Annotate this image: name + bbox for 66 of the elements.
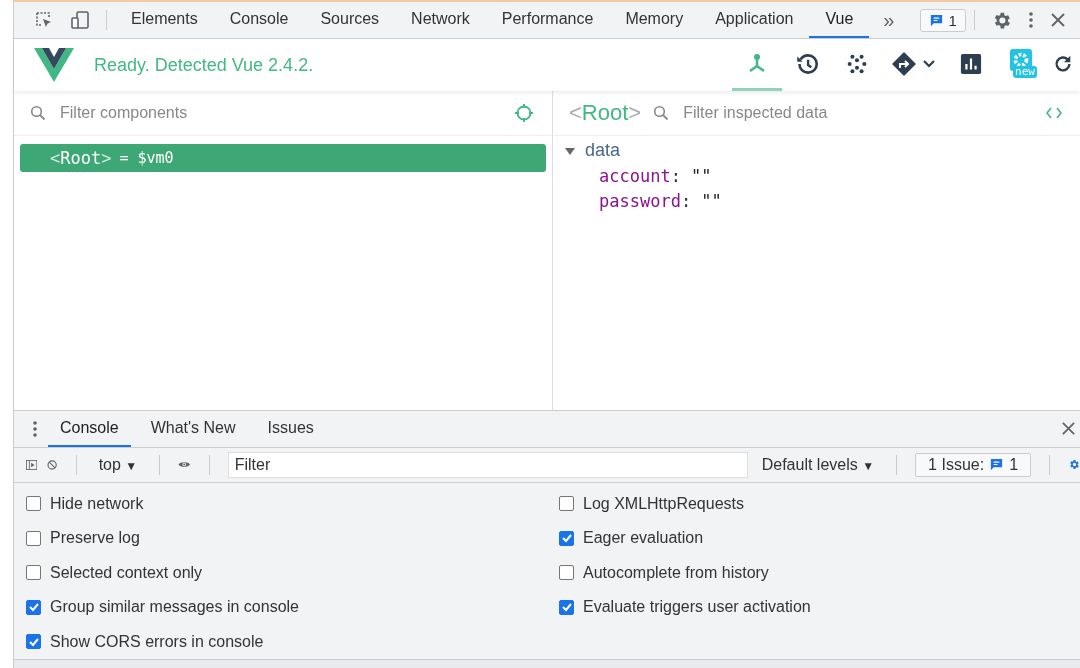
checkbox-label: Log XMLHttpRequests [583, 494, 744, 513]
checkbox-label: Evaluate triggers user activation [583, 598, 811, 617]
component-ref: = $vm0 [119, 149, 174, 167]
context-dropdown[interactable]: top ▼ [94, 455, 142, 474]
checkbox-label: Selected context only [50, 563, 203, 582]
close-icon[interactable] [1061, 421, 1076, 436]
signpost-icon [891, 51, 937, 76]
checkbox[interactable] [26, 599, 41, 615]
message-icon [929, 12, 945, 28]
vue-status-text: Ready. Detected Vue 2.4.2. [94, 54, 314, 76]
device-toolbar-icon[interactable] [70, 10, 90, 30]
message-icon [989, 457, 1005, 472]
issues-button[interactable]: 1 Issue: 1 [915, 452, 1032, 477]
more-options-icon[interactable] [1027, 10, 1034, 30]
caret-icon[interactable] [565, 145, 575, 156]
bar-chart-icon [960, 52, 982, 75]
checkbox[interactable] [26, 634, 41, 650]
devtools-tab[interactable]: Application [699, 2, 810, 38]
checkbox[interactable] [26, 530, 41, 546]
checkbox-label: Eager evaluation [583, 529, 704, 548]
checkbox[interactable] [559, 496, 574, 512]
close-icon[interactable] [1049, 12, 1066, 28]
inspected-component-title: <Root> [569, 100, 642, 126]
checkbox-label: Autocomplete from history [583, 563, 769, 582]
devtools-tab[interactable]: Performance [485, 2, 610, 38]
checkbox[interactable] [559, 530, 574, 546]
property-separator: : [670, 166, 681, 186]
filter-inspected-data-field[interactable]: Filter inspected data [681, 103, 1034, 123]
property-value: "" [701, 191, 722, 211]
checkbox-label: Group similar messages in console [50, 598, 299, 617]
property-value: "" [690, 166, 712, 186]
drawer-tab[interactable]: Issues [255, 410, 326, 447]
devtools-tab[interactable]: Memory [609, 2, 700, 38]
checkbox-label: Show CORS errors in console [50, 632, 264, 651]
drawer-menu-icon[interactable] [32, 418, 38, 439]
console-filter-field[interactable]: Filter [227, 451, 748, 478]
code-icon[interactable] [1046, 107, 1062, 119]
property-separator: : [680, 191, 692, 211]
crosshair-icon[interactable] [514, 103, 534, 123]
property-key: account [599, 166, 671, 186]
search-icon [653, 105, 670, 121]
devtools-tab[interactable]: Sources [304, 2, 396, 38]
search-icon [30, 105, 46, 121]
drawer-tab[interactable]: Console [48, 410, 131, 447]
component-name: <Root> [50, 148, 112, 168]
property-key: password [599, 191, 681, 211]
checkbox[interactable] [559, 599, 574, 615]
drawer-tab[interactable]: What's New [138, 410, 248, 447]
new-badge: new [1013, 66, 1037, 78]
devtools-tab[interactable]: Network [395, 2, 486, 38]
dots-icon [846, 52, 868, 75]
checkbox[interactable] [559, 565, 574, 581]
checkbox-label: Preserve log [50, 529, 140, 548]
log-levels-dropdown[interactable]: Default levels ▼ [757, 455, 879, 474]
devtools-tab[interactable]: Console [213, 2, 305, 38]
gear-icon [1010, 49, 1032, 71]
checkbox-label: Hide network [50, 494, 144, 513]
filter-components-field[interactable]: Filter components [58, 103, 502, 123]
section-title: data [585, 140, 621, 161]
checkbox[interactable] [26, 565, 41, 581]
issues-badge[interactable]: 1 [920, 8, 966, 32]
devtools-tab[interactable]: Elements [115, 2, 214, 38]
vue-logo-icon [34, 48, 74, 82]
more-tabs-button[interactable]: » [869, 2, 909, 38]
checkbox[interactable] [26, 496, 41, 512]
devtools-tab[interactable]: Vue [809, 2, 870, 38]
